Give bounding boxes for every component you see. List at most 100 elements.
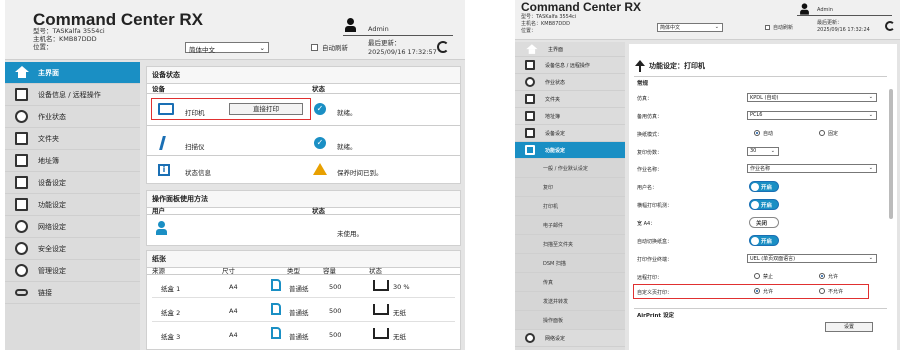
sidebar-item-links[interactable]: 链接	[5, 282, 140, 304]
submenu-item-fax[interactable]: 传真	[515, 273, 625, 292]
language-value: 简体中文	[660, 25, 681, 31]
sidebar-item-home[interactable]: 主界面	[515, 42, 625, 57]
language-select[interactable]: 简体中文 ⌄	[185, 42, 269, 54]
sidebar-label: 主界面	[548, 46, 564, 53]
scrollbar[interactable]	[889, 89, 893, 219]
sidebar-label: 网络设定	[545, 335, 566, 342]
submenu-label: DSM 扫描	[543, 260, 566, 267]
sidebar-item-address-book[interactable]: 地址簿	[5, 150, 140, 172]
refresh-icon[interactable]	[885, 21, 895, 31]
submenu-label: 操作面板	[543, 317, 564, 324]
field-label: 作业名称：	[637, 167, 663, 173]
toggle-label: 关闭	[756, 221, 768, 227]
username[interactable]: Admin	[368, 26, 389, 33]
panel-usage-title: 操作面板使用方法	[147, 191, 460, 208]
alt-emulation-select[interactable]: PCL6 ⌄	[747, 111, 877, 120]
sidebar-label: 设备信息 / 远程操作	[38, 90, 101, 99]
select-value: UEL (单页双面语言)	[750, 256, 796, 262]
radio-label: 禁止	[763, 274, 774, 280]
username[interactable]: Admin	[817, 7, 833, 14]
remote-print-permit-radio[interactable]	[819, 273, 825, 279]
sidebar-item-device-settings[interactable]: 设备设定	[515, 125, 625, 142]
col-status: 状态	[312, 85, 325, 93]
sidebar-item-function-settings[interactable]: 功能设定	[5, 194, 140, 216]
submenu-item-copy[interactable]: 复印	[515, 178, 625, 197]
wide-a4-toggle[interactable]: 关闭	[749, 217, 779, 228]
field-label: 自动切换纸盒：	[637, 239, 673, 245]
field-label: 自定义页打印：	[637, 290, 673, 296]
auto-refresh-checkbox[interactable]	[311, 44, 318, 51]
remote-print-prohibit-radio[interactable]	[754, 273, 760, 279]
field-label: 仿真：	[637, 96, 653, 102]
sidebar-label: 文件夹	[545, 96, 561, 103]
refresh-icon[interactable]	[437, 41, 449, 53]
auto-refresh-checkbox[interactable]	[765, 25, 770, 30]
job-terminator-select[interactable]: UEL (单页双面语言) ⌄	[747, 254, 877, 263]
submenu-item-send-forward[interactable]: 发送并转发	[515, 292, 625, 311]
section-general: 常规	[637, 81, 649, 87]
back-arrow-icon[interactable]	[635, 60, 645, 72]
airprint-settings-button[interactable]: 设置	[825, 322, 873, 332]
col-device: 设备	[152, 85, 165, 93]
submenu-item-scan-to-folder[interactable]: 扫描至文件夹	[515, 235, 625, 254]
sidebar-item-home[interactable]: 主界面	[5, 62, 140, 84]
emulation-select[interactable]: KPDL (自动) ⌄	[747, 93, 877, 102]
submenu-item-dsm-scan[interactable]: DSM 扫描	[515, 254, 625, 273]
sidebar-item-folder[interactable]: 文件夹	[5, 128, 140, 150]
sidebar-item-function-settings[interactable]: 功能设定	[515, 142, 625, 159]
host-label: 主机名：KMB87DDD	[33, 35, 97, 43]
sidebar-item-device-info[interactable]: 设备信息 / 远程操作	[5, 84, 140, 106]
language-select[interactable]: 简体中文 ⌄	[657, 23, 723, 32]
tray-level-icon	[373, 328, 389, 339]
sidebar-item-network-settings[interactable]: 网络设定	[515, 330, 625, 347]
direct-print-button[interactable]: 直接打印	[229, 103, 303, 115]
banner-toggle[interactable]: 开启	[749, 199, 779, 210]
submenu-item-printer[interactable]: 打印机	[515, 197, 625, 216]
field-label: 备用仿真：	[637, 114, 663, 120]
paper-mode-auto-radio[interactable]	[754, 130, 760, 136]
device-status-card: 设备状态 设备 状态 打印机 直接打印 ✓ 就绪。 扫描仪 ✓ 就绪。 i 状态…	[146, 66, 461, 184]
copies-input[interactable]: 30 ⌄	[747, 147, 779, 156]
panel-usage-status: 未使用。	[337, 230, 363, 238]
home-icon	[15, 66, 29, 79]
sidebar-item-management-settings[interactable]: 管理设定	[5, 260, 140, 282]
job-icon	[15, 110, 28, 123]
radio-label: 自动	[763, 131, 774, 137]
device-name: 扫描仪	[185, 143, 205, 151]
job-name-select[interactable]: 作业名称 ⌄	[747, 164, 877, 173]
sidebar-item-folder[interactable]: 文件夹	[515, 91, 625, 108]
radio-label: 允许	[763, 289, 774, 295]
custom-page-disallow-radio[interactable]	[819, 288, 825, 294]
submenu-label: 发送并转发	[543, 298, 569, 305]
device-status: 就绪。	[337, 143, 357, 151]
sidebar-item-job-status[interactable]: 作业状态	[515, 74, 625, 91]
sidebar-item-device-info[interactable]: 设备信息 / 远程操作	[515, 57, 625, 74]
sidebar-item-device-settings[interactable]: 设备设定	[5, 172, 140, 194]
custom-page-allow-radio[interactable]	[754, 288, 760, 294]
field-label: 远程打印：	[637, 275, 663, 281]
auto-refresh-label: 自动刷新	[773, 25, 794, 31]
header: Command Center RX 型号：TASKalfa 3554ci 主机名…	[5, 0, 465, 60]
home-icon	[526, 43, 538, 54]
sidebar-item-network-settings[interactable]: 网络设定	[5, 216, 140, 238]
toggle-label: 开启	[761, 239, 773, 245]
radio-label: 固定	[828, 131, 839, 137]
sidebar-item-job-status[interactable]: 作业状态	[5, 106, 140, 128]
main-content: 功能设定：打印机 常规 仿真： KPDL (自动) ⌄ 备用仿真： PCL6 ⌄ 换…	[629, 44, 897, 350]
submenu-item-general[interactable]: 一般 / 作业默认设定	[515, 159, 625, 178]
screenshot-home: Command Center RX 型号：TASKalfa 3554ci 主机名…	[5, 0, 465, 350]
sidebar-item-address-book[interactable]: 地址簿	[515, 108, 625, 125]
function-icon	[15, 198, 28, 211]
paper-mode-fixed-radio[interactable]	[819, 130, 825, 136]
paper-icon	[271, 327, 281, 339]
paper-card: 纸张 来源 尺寸 类型 容量 状态 纸盒 1 A4 普通纸 500 30 % 纸…	[146, 250, 461, 350]
sidebar-item-security-settings[interactable]: 安全设定	[5, 238, 140, 260]
folder-icon	[525, 94, 535, 104]
submenu-item-email[interactable]: 电子邮件	[515, 216, 625, 235]
user-name-toggle[interactable]: 开启	[749, 181, 779, 192]
submenu-item-operation-panel[interactable]: 操作面板	[515, 311, 625, 330]
auto-tray-switch-toggle[interactable]: 开启	[749, 235, 779, 246]
tray-status: 无纸	[393, 333, 406, 341]
field-label: 复印份数：	[637, 150, 663, 156]
tray-type: 普通纸	[289, 333, 309, 341]
